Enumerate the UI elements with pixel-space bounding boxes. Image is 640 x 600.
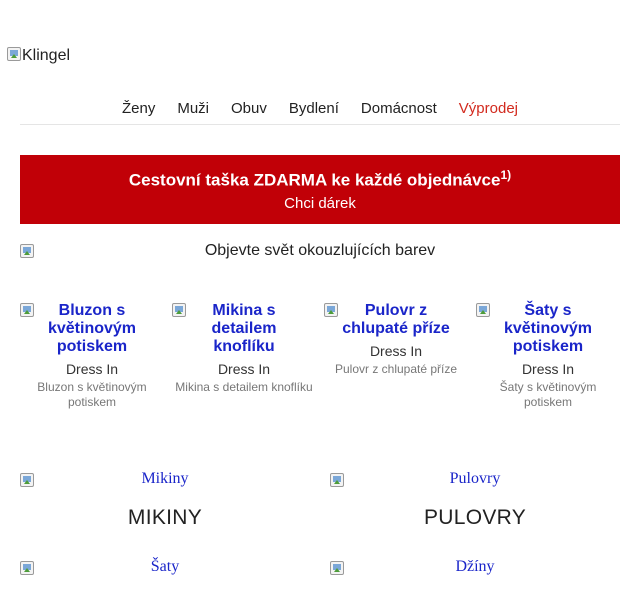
- category-image-link[interactable]: Džíny: [330, 558, 620, 576]
- product-image-link[interactable]: Mikina s detailem knoflíku: [172, 302, 316, 356]
- hero-alt-text: Objevte svět okouzlujících barev: [204, 242, 436, 259]
- product-title: Šaty s květinovým potiskem: [503, 302, 593, 355]
- broken-image-icon: [20, 473, 34, 487]
- product-subtitle: Pulovr z chlupaté příze: [334, 362, 458, 376]
- category-heading[interactable]: PULOVRY: [330, 506, 620, 530]
- klingel-logo[interactable]: Klingel: [7, 47, 70, 65]
- product-subtitle: Bluzon s květinovým potiskem: [37, 380, 147, 409]
- broken-image-icon: [476, 303, 490, 317]
- category-tile-pulovry[interactable]: Pulovry PULOVRY: [330, 470, 620, 530]
- product-grid: Bluzon s květinovým potiskem Dress In Bl…: [20, 302, 628, 410]
- nav-item-muzi[interactable]: Muži: [177, 100, 209, 124]
- product-title: Mikina s detailem knoflíku: [211, 302, 277, 355]
- category-tile-dziny[interactable]: Džíny: [330, 558, 620, 576]
- product-brand: Dress In: [369, 343, 423, 359]
- product-brand: Dress In: [65, 361, 119, 377]
- hero-image[interactable]: Objevte svět okouzlujících barev: [20, 242, 620, 262]
- product-image-link[interactable]: Šaty s květinovým potiskem: [476, 302, 620, 356]
- product-brand: Dress In: [521, 361, 575, 377]
- product-title: Bluzon s květinovým potiskem: [47, 302, 137, 355]
- category-tile-mikiny[interactable]: Mikiny MIKINY: [20, 470, 310, 530]
- product-card[interactable]: Mikina s detailem knoflíku Dress In Miki…: [172, 302, 316, 410]
- main-navigation: Ženy Muži Obuv Bydlení Domácnost Výprode…: [20, 100, 620, 125]
- nav-item-obuv[interactable]: Obuv: [231, 100, 267, 124]
- nav-item-zeny[interactable]: Ženy: [122, 100, 155, 124]
- broken-image-icon: [330, 473, 344, 487]
- broken-image-icon: [330, 561, 344, 575]
- nav-item-domacnost[interactable]: Domácnost: [361, 100, 437, 124]
- product-card[interactable]: Bluzon s květinovým potiskem Dress In Bl…: [20, 302, 164, 410]
- promo-banner[interactable]: Cestovní taška ZDARMA ke každé objednávc…: [20, 155, 620, 224]
- category-grid: Mikiny MIKINY Pulovry PULOVRY Šaty Džíny: [20, 470, 620, 576]
- category-image-link[interactable]: Pulovry: [330, 470, 620, 488]
- broken-image-icon: [20, 244, 34, 258]
- product-subtitle: Mikina s detailem knoflíku: [175, 380, 313, 394]
- category-image-link[interactable]: Mikiny: [20, 470, 310, 488]
- logo-alt-text: Klingel: [22, 47, 71, 64]
- broken-image-icon: [20, 303, 34, 317]
- category-heading[interactable]: MIKINY: [20, 506, 310, 530]
- broken-image-icon: [7, 47, 21, 61]
- promo-title: Cestovní taška ZDARMA ke každé objednávc…: [128, 168, 512, 190]
- product-card[interactable]: Šaty s květinovým potiskem Dress In Šaty…: [476, 302, 620, 410]
- promo-cta-link[interactable]: Chci dárek: [20, 195, 620, 212]
- broken-image-icon: [172, 303, 186, 317]
- product-image-link[interactable]: Pulovr z chlupaté příze: [324, 302, 468, 338]
- nav-item-bydleni[interactable]: Bydlení: [289, 100, 339, 124]
- product-card[interactable]: Pulovr z chlupaté příze Dress In Pulovr …: [324, 302, 468, 410]
- broken-image-icon: [324, 303, 338, 317]
- product-brand: Dress In: [217, 361, 271, 377]
- category-image-link[interactable]: Šaty: [20, 558, 310, 576]
- broken-image-icon: [20, 561, 34, 575]
- product-subtitle: Šaty s květinovým potiskem: [499, 380, 597, 409]
- promo-footnote: 1): [500, 168, 512, 182]
- product-title: Pulovr z chlupaté příze: [342, 302, 450, 337]
- product-image-link[interactable]: Bluzon s květinovým potiskem: [20, 302, 164, 356]
- nav-item-vyprodej[interactable]: Výprodej: [459, 100, 518, 124]
- category-tile-saty[interactable]: Šaty: [20, 558, 310, 576]
